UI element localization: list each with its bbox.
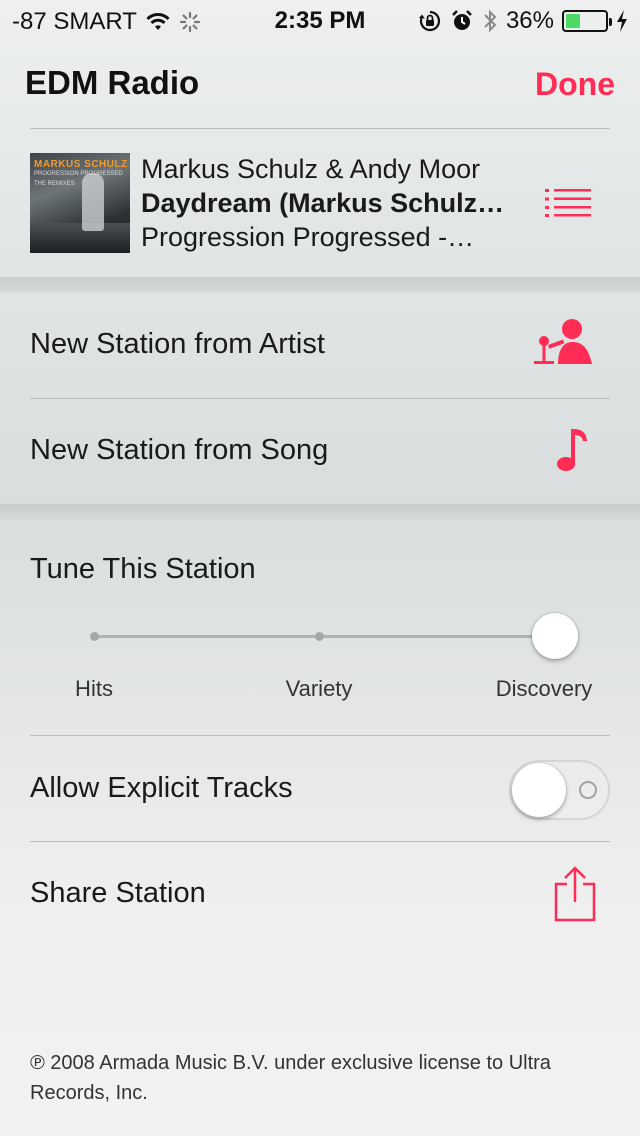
header-divider <box>30 128 610 129</box>
battery-percent: 36% <box>505 7 554 34</box>
album-artwork: MARKUS SCHULZ PROGRESSION PROGRESSED THE… <box>30 153 130 253</box>
toggle-off-indicator <box>579 781 597 799</box>
tune-option-variety[interactable]: Variety <box>286 676 353 702</box>
share-station-row[interactable]: Share Station <box>0 842 640 947</box>
allow-explicit-label: Allow Explicit Tracks <box>30 772 293 804</box>
music-note-icon <box>557 429 587 471</box>
track-title: Daydream (Markus Schulz… <box>141 188 505 218</box>
artist-name: Markus Schulz & Andy Moor <box>141 154 481 184</box>
tune-option-hits[interactable]: Hits <box>75 676 113 702</box>
share-station-label: Share Station <box>30 877 206 909</box>
orientation-lock-icon <box>418 10 441 32</box>
share-icon[interactable] <box>552 866 598 924</box>
header: EDM Radio Done <box>0 50 640 120</box>
status-right: 36% <box>418 7 628 35</box>
section-separator <box>0 277 640 293</box>
artwork-title-text: PROGRESSION PROGRESSED <box>34 171 123 177</box>
copyright-notice: ℗ 2008 Armada Music B.V. under exclusive… <box>30 1052 551 1104</box>
tune-slider-track[interactable] <box>90 632 556 641</box>
artwork-artist-text: MARKUS SCHULZ <box>34 159 128 170</box>
track-list-icon[interactable] <box>545 189 591 217</box>
new-station-from-song[interactable]: New Station from Song <box>0 399 640 504</box>
toggle-knob <box>512 763 566 817</box>
slider-stop-hits <box>90 632 99 641</box>
album-title: Progression Progressed -… <box>141 222 475 252</box>
new-station-from-artist-label: New Station from Artist <box>30 328 325 360</box>
alarm-icon <box>452 10 472 30</box>
bluetooth-icon <box>484 9 497 33</box>
section-separator <box>0 504 640 520</box>
charging-bolt-icon <box>617 10 627 32</box>
tune-slider-knob[interactable] <box>532 613 578 659</box>
new-station-from-song-label: New Station from Song <box>30 434 329 466</box>
battery-fill <box>566 14 580 28</box>
explicit-tracks-toggle[interactable] <box>509 760 610 820</box>
now-playing-text: Markus Schulz & Andy Moor Daydream (Mark… <box>141 152 516 254</box>
now-playing[interactable]: MARKUS SCHULZ PROGRESSION PROGRESSED THE… <box>0 130 640 277</box>
artist-microphone-icon <box>534 319 592 364</box>
slider-stop-variety <box>315 632 324 641</box>
page-title: EDM Radio <box>25 64 200 101</box>
artwork-subtitle-text: THE REMIXES <box>34 181 75 187</box>
new-station-from-artist[interactable]: New Station from Artist <box>0 293 640 398</box>
battery-icon <box>562 10 612 32</box>
status-bar: -87 SMART 2:35 PM 36% <box>0 0 640 40</box>
tune-option-discovery[interactable]: Discovery <box>496 676 593 702</box>
tune-station-title: Tune This Station <box>30 553 256 585</box>
done-button[interactable]: Done <box>535 66 615 103</box>
